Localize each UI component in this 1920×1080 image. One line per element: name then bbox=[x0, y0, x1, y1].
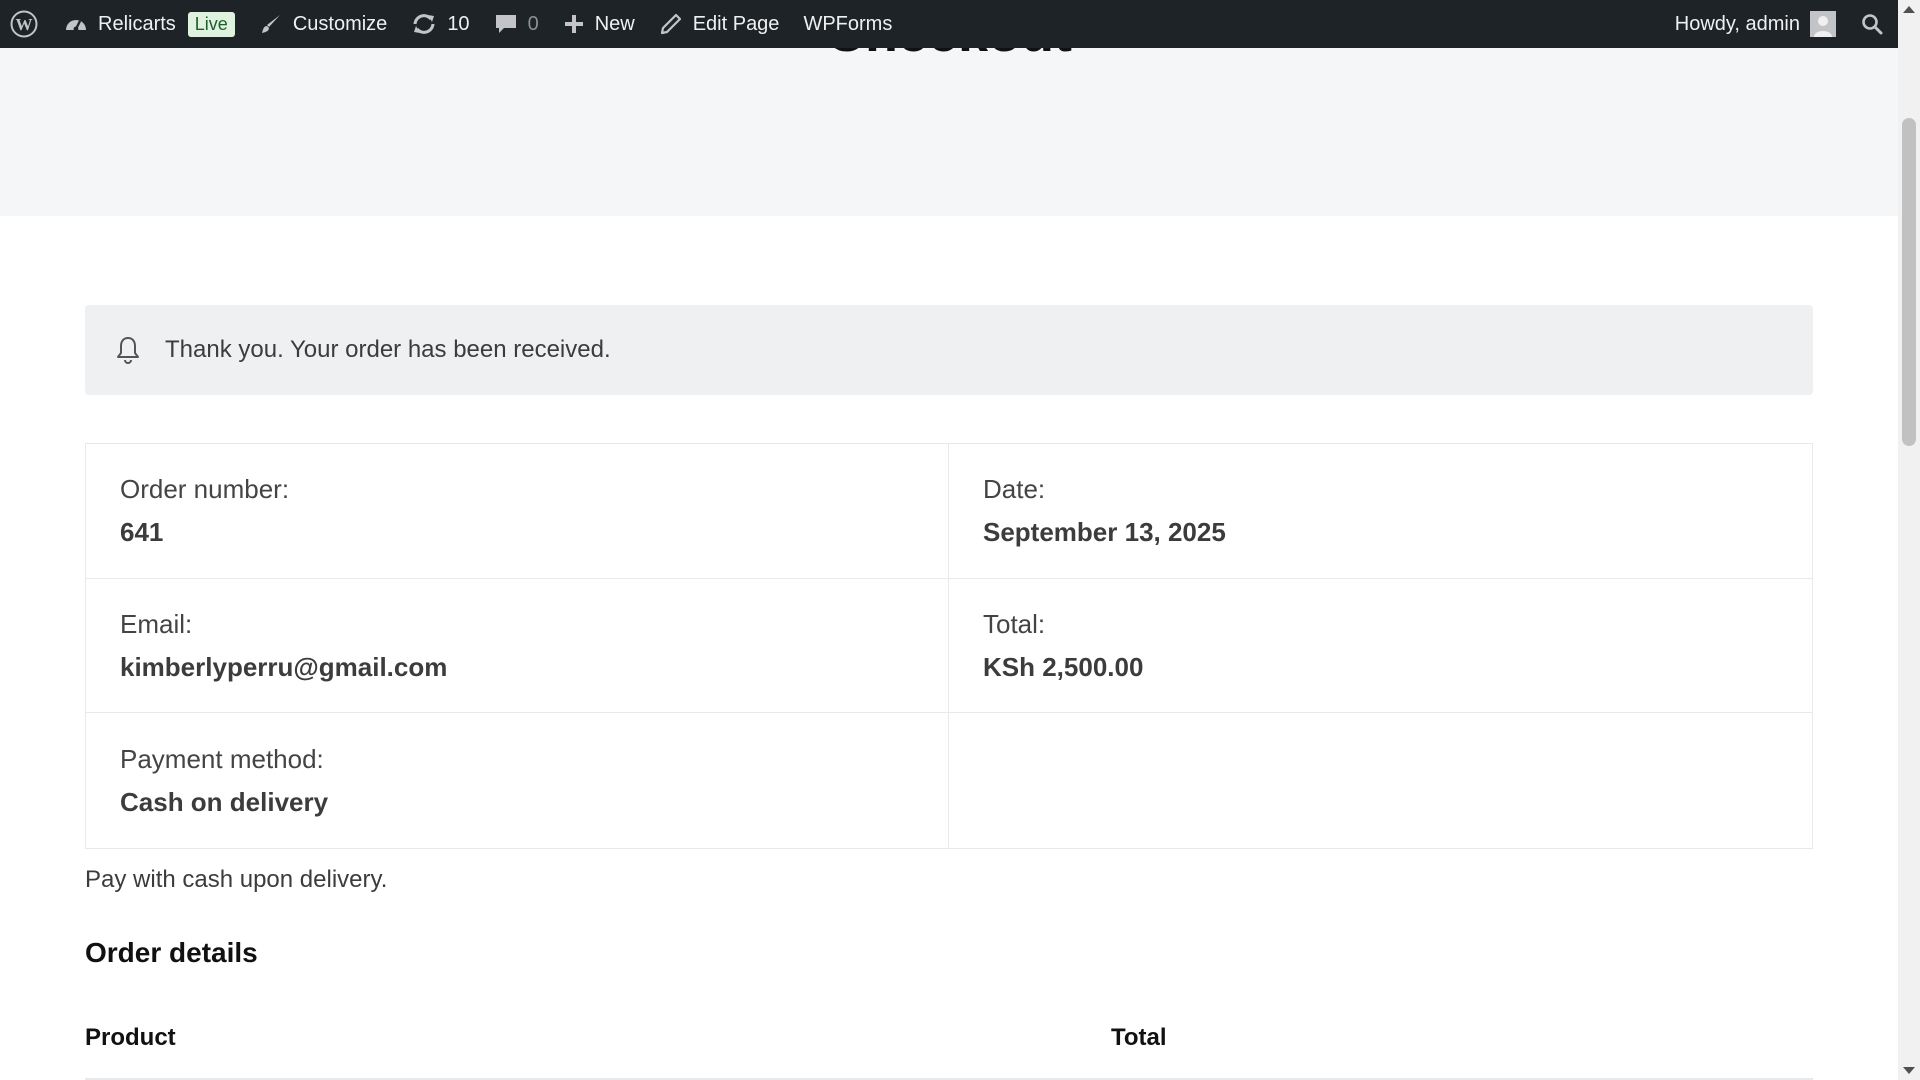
comments-count: 0 bbox=[527, 12, 539, 35]
new-content-menu[interactable]: New bbox=[551, 0, 647, 48]
updates-link[interactable]: 10 bbox=[399, 0, 481, 48]
wpforms-menu[interactable]: WPForms bbox=[791, 0, 904, 48]
refresh-icon bbox=[411, 12, 437, 36]
email-cell: Email: kimberlyperru@gmail.com bbox=[86, 579, 949, 713]
edit-page-label: Edit Page bbox=[692, 12, 780, 35]
dashboard-icon bbox=[64, 13, 88, 35]
howdy-label: Howdy, admin bbox=[1674, 12, 1800, 35]
date-label: Date: bbox=[983, 474, 1046, 504]
live-badge: Live bbox=[187, 11, 235, 37]
updates-count: 10 bbox=[447, 12, 470, 35]
payment-method-label: Payment method: bbox=[120, 743, 324, 774]
pencil-icon bbox=[659, 12, 683, 36]
order-number-value: 641 bbox=[120, 517, 164, 547]
order-received-notice: Thank you. Your order has been received. bbox=[85, 305, 1813, 395]
payment-method-cell: Payment method: Cash on delivery bbox=[86, 713, 949, 848]
order-number-cell: Order number: 641 bbox=[86, 444, 949, 579]
my-account-menu[interactable]: Howdy, admin bbox=[1663, 0, 1848, 48]
total-value: KSh 2,500.00 bbox=[983, 651, 1144, 682]
edit-page-link[interactable]: Edit Page bbox=[647, 0, 792, 48]
empty-cell bbox=[949, 713, 1812, 848]
page-title: Checkout bbox=[0, 48, 1898, 64]
site-name: Relicarts bbox=[98, 12, 176, 35]
product-column-header: Product bbox=[85, 1024, 176, 1051]
payment-method-value: Cash on delivery bbox=[120, 786, 329, 817]
admin-bar: W Relicarts Live Customize 10 0 New Edit… bbox=[0, 0, 1898, 48]
wordpress-logo-icon[interactable]: W bbox=[0, 0, 52, 48]
payment-instructions: Pay with cash upon delivery. bbox=[85, 866, 388, 893]
plus-icon bbox=[563, 13, 585, 35]
total-column-header: Total bbox=[1111, 1024, 1167, 1051]
search-button[interactable] bbox=[1848, 0, 1898, 48]
scrollbar-thumb[interactable] bbox=[1902, 118, 1916, 446]
email-label: Email: bbox=[120, 608, 193, 639]
order-details-heading: Order details bbox=[85, 937, 258, 968]
email-value: kimberlyperru@gmail.com bbox=[120, 651, 448, 682]
new-label: New bbox=[594, 12, 635, 35]
page-scrollbar[interactable] bbox=[1898, 0, 1920, 1080]
total-cell: Total: KSh 2,500.00 bbox=[949, 579, 1812, 713]
date-value: September 13, 2025 bbox=[983, 517, 1226, 547]
date-cell: Date: September 13, 2025 bbox=[949, 444, 1812, 579]
customize-link[interactable]: Customize bbox=[247, 0, 399, 48]
svg-text:W: W bbox=[16, 15, 33, 34]
notice-message: Thank you. Your order has been received. bbox=[165, 336, 611, 363]
scroll-down-arrow-icon[interactable] bbox=[1903, 1067, 1915, 1074]
admin-bar-secondary: Howdy, admin bbox=[1663, 0, 1898, 48]
search-icon bbox=[1860, 12, 1884, 36]
customize-label: Customize bbox=[292, 12, 388, 35]
scroll-up-arrow-icon[interactable] bbox=[1903, 6, 1915, 13]
comment-icon bbox=[494, 12, 518, 36]
comments-link[interactable]: 0 bbox=[482, 0, 551, 48]
page-header: Checkout bbox=[0, 48, 1898, 216]
bell-icon bbox=[115, 335, 141, 365]
wpforms-label: WPForms bbox=[803, 12, 893, 35]
site-name-menu[interactable]: Relicarts Live bbox=[52, 0, 247, 48]
order-number-label: Order number: bbox=[120, 474, 290, 504]
avatar bbox=[1810, 11, 1836, 37]
brush-icon bbox=[259, 12, 283, 36]
total-label: Total: bbox=[983, 608, 1046, 639]
order-overview: Order number: 641 Date: September 13, 20… bbox=[85, 443, 1813, 849]
